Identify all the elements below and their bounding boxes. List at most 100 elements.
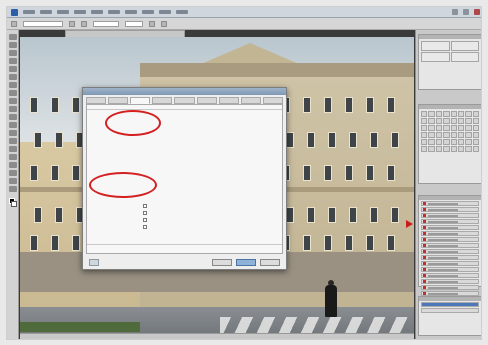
crop-tool-icon[interactable] <box>9 66 17 72</box>
option-chip-4[interactable] <box>161 20 167 27</box>
layer-row[interactable] <box>421 219 479 224</box>
eye-icon[interactable] <box>423 232 426 235</box>
option-field-1[interactable] <box>23 20 63 27</box>
swatch-cell[interactable] <box>443 125 450 131</box>
swatch-cell[interactable] <box>450 125 457 131</box>
swatch-cell[interactable] <box>435 146 443 152</box>
swatch-cell[interactable] <box>421 146 428 152</box>
history-state[interactable] <box>421 302 479 307</box>
swatch-cell[interactable] <box>465 132 472 138</box>
eye-icon[interactable] <box>423 208 426 211</box>
help-button[interactable] <box>89 258 99 266</box>
maximize-button[interactable] <box>463 9 469 15</box>
swatch-cell[interactable] <box>435 139 443 145</box>
dialog-tab-9[interactable] <box>262 97 283 104</box>
swatch-cell[interactable] <box>421 139 428 145</box>
panel-header[interactable] <box>419 196 481 200</box>
panel-header[interactable] <box>419 297 481 301</box>
option-chip-1[interactable] <box>69 20 75 27</box>
dialog-tab-6[interactable] <box>196 97 217 104</box>
swatch-cell[interactable] <box>421 132 428 138</box>
swatch-cell[interactable] <box>435 125 443 131</box>
swatch-cell[interactable] <box>428 146 435 152</box>
eraser-tool-icon[interactable] <box>9 114 17 120</box>
swatch-cell[interactable] <box>443 132 450 138</box>
dialog-tab-1[interactable] <box>86 97 107 104</box>
swatch-cell[interactable] <box>457 111 465 117</box>
layer-row[interactable] <box>421 279 479 284</box>
menu-item-window[interactable] <box>176 10 188 14</box>
swatch-cell[interactable] <box>421 125 428 131</box>
dialog-titlebar[interactable] <box>83 88 286 95</box>
swatch-cell[interactable] <box>465 146 472 152</box>
dialog-tab-4[interactable] <box>152 97 173 104</box>
brush-tool-icon[interactable] <box>9 90 17 96</box>
swatch-cell[interactable] <box>428 118 435 124</box>
layer-row[interactable] <box>421 261 479 266</box>
layer-row[interactable] <box>421 207 479 212</box>
hand-tool-icon[interactable] <box>9 178 17 184</box>
menu-item-layer[interactable] <box>74 10 86 14</box>
other-button[interactable] <box>260 258 280 266</box>
type-tool-icon[interactable] <box>9 154 17 160</box>
eye-icon[interactable] <box>423 292 426 295</box>
swatch-cell[interactable] <box>450 118 457 124</box>
dialog-tab-8[interactable] <box>240 97 261 104</box>
eye-icon[interactable] <box>423 214 426 217</box>
swatch-cell[interactable] <box>457 118 465 124</box>
layer-row[interactable] <box>421 273 479 278</box>
history-state[interactable] <box>421 308 479 313</box>
cancel-button[interactable] <box>212 258 232 266</box>
swatch-cell[interactable] <box>428 139 435 145</box>
swatch-cell[interactable] <box>472 125 479 131</box>
swatch-cell[interactable] <box>465 125 472 131</box>
layer-row[interactable] <box>421 249 479 254</box>
eye-icon[interactable] <box>423 238 426 241</box>
swatch-cell[interactable] <box>435 132 443 138</box>
dialog-tab-5[interactable] <box>174 97 195 104</box>
minimize-button[interactable] <box>452 9 458 15</box>
swatch-cell[interactable] <box>428 125 435 131</box>
blur-tool-icon[interactable] <box>9 130 17 136</box>
swatch-cell[interactable] <box>465 118 472 124</box>
option-checkbox[interactable] <box>143 225 147 229</box>
shape-tool-icon[interactable] <box>9 170 17 176</box>
menu-item-view[interactable] <box>159 10 171 14</box>
eye-icon[interactable] <box>423 256 426 259</box>
option-checkbox[interactable] <box>143 204 147 208</box>
swatch-cell[interactable] <box>435 111 443 117</box>
swatch-cell[interactable] <box>457 125 465 131</box>
option-chip-3[interactable] <box>149 20 155 27</box>
eye-icon[interactable] <box>423 226 426 229</box>
swatch-cell[interactable] <box>465 111 472 117</box>
marquee-tool-icon[interactable] <box>9 42 17 48</box>
swatch-cell[interactable] <box>435 118 443 124</box>
gradient-tool-icon[interactable] <box>9 122 17 128</box>
pen-tool-icon[interactable] <box>9 146 17 152</box>
eye-icon[interactable] <box>423 244 426 247</box>
background-color-swatch[interactable] <box>11 201 17 207</box>
swatch-cell[interactable] <box>421 118 428 124</box>
dialog-tab-7[interactable] <box>218 97 239 104</box>
swatch-cell[interactable] <box>472 118 479 124</box>
swatch-cell[interactable] <box>457 139 465 145</box>
path-select-tool-icon[interactable] <box>9 162 17 168</box>
layer-row[interactable] <box>421 267 479 272</box>
option-checkbox[interactable] <box>143 218 147 222</box>
zoom-tool-icon[interactable] <box>9 186 17 192</box>
layer-row[interactable] <box>421 213 479 218</box>
eye-icon[interactable] <box>423 250 426 253</box>
layer-row[interactable] <box>421 201 479 206</box>
eye-icon[interactable] <box>423 286 426 289</box>
menu-item-file[interactable] <box>23 10 35 14</box>
menu-item-filter[interactable] <box>108 10 120 14</box>
lasso-tool-icon[interactable] <box>9 50 17 56</box>
menu-item-3d[interactable] <box>142 10 154 14</box>
close-button[interactable] <box>474 9 480 15</box>
history-brush-tool-icon[interactable] <box>9 106 17 112</box>
swatch-cell[interactable] <box>472 146 479 152</box>
dialog-tab-3[interactable] <box>130 97 151 104</box>
swatch-cell[interactable] <box>457 132 465 138</box>
layer-row[interactable] <box>421 237 479 242</box>
swatch-cell[interactable] <box>450 111 457 117</box>
